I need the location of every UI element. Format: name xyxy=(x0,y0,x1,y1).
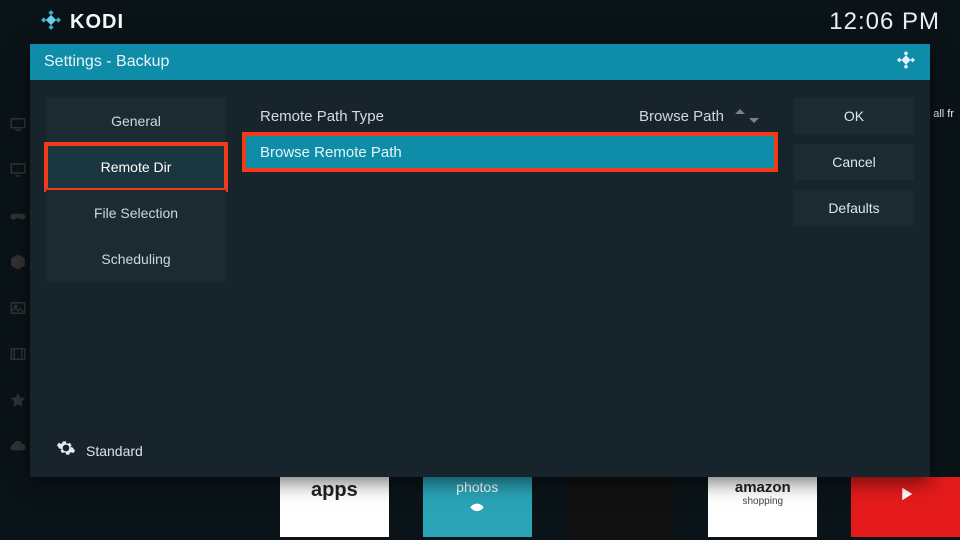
video-icon[interactable] xyxy=(8,344,28,364)
sidebar-item-label: Remote Dir xyxy=(101,159,172,175)
tile-photos-label: photos xyxy=(456,479,498,495)
ok-button[interactable]: OK xyxy=(794,98,914,134)
modal-body: General Remote Dir File Selection Schedu… xyxy=(30,80,930,477)
action-column: OK Cancel Defaults xyxy=(794,98,914,465)
sidebar-item-general[interactable]: General xyxy=(46,98,226,144)
tile-amazon-label: amazon xyxy=(735,479,791,496)
settings-modal: Settings - Backup General Remote Dir Fil… xyxy=(30,44,930,477)
cancel-button[interactable]: Cancel xyxy=(794,144,914,180)
settings-list: Remote Path Type Browse Path Browse Remo… xyxy=(244,98,776,465)
button-label: Defaults xyxy=(828,200,879,216)
sidebar-item-file-selection[interactable]: File Selection xyxy=(46,190,226,236)
edge-text: all fr xyxy=(933,108,954,120)
gamepad-icon[interactable] xyxy=(8,206,28,226)
sidebar-item-scheduling[interactable]: Scheduling xyxy=(46,236,226,282)
tile-amazon[interactable]: amazonshopping xyxy=(708,477,817,537)
tv-icon[interactable] xyxy=(8,114,28,134)
image-icon[interactable] xyxy=(8,298,28,318)
setting-label: Remote Path Type xyxy=(260,108,384,125)
settings-sidebar: General Remote Dir File Selection Schedu… xyxy=(46,98,226,465)
tile-apps-label: apps xyxy=(311,479,358,502)
brand-text: KODI xyxy=(70,11,124,34)
sidebar-item-label: General xyxy=(111,113,161,129)
display-icon[interactable] xyxy=(8,160,28,180)
settings-level-label: Standard xyxy=(86,443,143,459)
button-label: Cancel xyxy=(832,154,876,170)
tile-dark[interactable] xyxy=(566,477,675,537)
spinner-updown-icon[interactable] xyxy=(734,109,760,123)
modal-title: Settings - Backup xyxy=(44,53,169,71)
topbar: KODI 12:06 PM xyxy=(0,0,960,44)
setting-label: Browse Remote Path xyxy=(260,144,402,161)
kodi-logo-icon xyxy=(40,9,62,36)
clock: 12:06 PM xyxy=(829,8,940,36)
sidebar-item-label: File Selection xyxy=(94,205,178,221)
setting-value: Browse Path xyxy=(639,108,724,125)
background-tiles: apps photos amazonshopping xyxy=(0,477,960,540)
sidebar-item-remote-dir[interactable]: Remote Dir xyxy=(46,144,226,190)
star-icon[interactable] xyxy=(8,390,28,410)
addons-icon[interactable] xyxy=(8,252,28,272)
modal-header: Settings - Backup xyxy=(30,44,930,80)
setting-remote-path-type[interactable]: Remote Path Type Browse Path xyxy=(244,98,776,134)
settings-level[interactable]: Standard xyxy=(46,432,226,465)
setting-browse-remote-path[interactable]: Browse Remote Path xyxy=(244,134,776,170)
tile-amazon-sub: shopping xyxy=(742,496,783,507)
gear-icon xyxy=(56,438,76,463)
brand: KODI xyxy=(40,9,124,36)
sidebar-item-label: Scheduling xyxy=(101,251,170,267)
kodi-logo-icon xyxy=(896,50,916,75)
cloud-icon[interactable] xyxy=(8,436,28,456)
tile-photos[interactable]: photos xyxy=(423,477,532,537)
tile-apps[interactable]: apps xyxy=(280,477,389,537)
button-label: OK xyxy=(844,108,864,124)
tile-red[interactable] xyxy=(851,477,960,537)
defaults-button[interactable]: Defaults xyxy=(794,190,914,226)
